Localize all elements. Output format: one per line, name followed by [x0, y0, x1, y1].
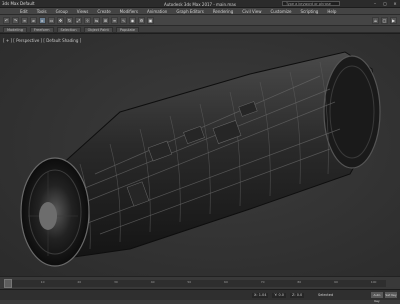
key-buttons: Auto Key Set Key [371, 292, 397, 303]
timeline[interactable]: 0102030405060708090100 [0, 276, 400, 289]
rotate-icon[interactable]: ↻ [66, 17, 73, 24]
menu-item-animation[interactable]: Animation [147, 9, 167, 14]
teapot-render-icon[interactable]: ☕ [372, 17, 379, 24]
select-icon[interactable]: ▸ [39, 17, 46, 24]
menu-items: Edit Tools Group Views Create Modifiers Animat… [20, 9, 336, 14]
layer-icon[interactable]: ≡ [111, 17, 118, 24]
align-icon[interactable]: ⊞ [102, 17, 109, 24]
unlink-icon[interactable]: ⌀ [30, 17, 37, 24]
title-bar: 3ds Max Default Autodesk 3ds Max 2017 - … [0, 0, 400, 8]
menu-item-civil-view[interactable]: Civil View [242, 9, 261, 14]
timeline-tick: 40 [150, 280, 155, 284]
menu-item-scripting[interactable]: Scripting [301, 9, 319, 14]
move-icon[interactable]: ✥ [57, 17, 64, 24]
coord-z[interactable]: Z: 0.0 [290, 293, 305, 298]
set-key-button[interactable]: Set Key [385, 292, 397, 298]
menu-item-tools[interactable]: Tools [37, 9, 47, 14]
menu-item-rendering[interactable]: Rendering [213, 9, 233, 14]
snap-icon[interactable]: ⊹ [84, 17, 91, 24]
search-input[interactable]: Type a keyword or phrase [282, 1, 340, 6]
curve-editor-icon[interactable]: ∿ [120, 17, 127, 24]
status-bar: X: 1.04 Y: 0.0 Z: 0.0 Selected Auto Key … [0, 289, 400, 303]
selected-label: Selected [318, 293, 334, 297]
timeline-tick: 50 [187, 280, 192, 284]
window-title: Autodesk 3ds Max 2017 - main.max [163, 2, 237, 7]
timeline-tick: 100 [370, 280, 377, 284]
render-setup-icon[interactable]: ⚙ [138, 17, 145, 24]
timeline-tick: 60 [224, 280, 228, 284]
search-placeholder: Type a keyword or phrase [286, 2, 331, 6]
menu-item-edit[interactable]: Edit [20, 9, 28, 14]
menu-item-modifiers[interactable]: Modifiers [120, 9, 138, 14]
ribbon: Modeling Freeform Selection Object Paint Pop… [0, 26, 400, 33]
undo-icon[interactable]: ↶ [3, 17, 10, 24]
perspective-viewport[interactable]: [ + ] [ Perspective ] [ Default Shading … [0, 33, 400, 277]
close-icon[interactable]: × [392, 1, 398, 6]
jet-engine-model[interactable] [0, 34, 400, 277]
maximize-icon[interactable]: ▢ [382, 1, 388, 6]
mirror-icon[interactable]: ⇋ [93, 17, 100, 24]
timeline-tick: 80 [297, 280, 302, 284]
material-editor-icon[interactable]: ◉ [129, 17, 136, 24]
coord-y[interactable]: Y: 0.0 [272, 293, 287, 298]
timeline-tick: 30 [114, 280, 118, 284]
auto-key-button[interactable]: Auto Key [371, 292, 383, 303]
menu-item-customize[interactable]: Customize [271, 9, 292, 14]
redo-icon[interactable]: ↷ [12, 17, 19, 24]
main-toolbar: ↶ ↷ ∞ ⌀ ▸ ▭ ✥ ↻ ⤢ ⊹ ⇋ ⊞ ≡ ∿ ◉ ⚙ ▣ ☕ ▢ ▶ [0, 15, 400, 26]
frame-window-icon[interactable]: ▢ [381, 17, 388, 24]
timeline-tick: 90 [334, 280, 338, 284]
timeline-track[interactable]: 0102030405060708090100 [4, 280, 386, 287]
scale-icon[interactable]: ⤢ [75, 17, 82, 24]
select-region-icon[interactable]: ▭ [48, 17, 55, 24]
render-icon[interactable]: ▣ [147, 17, 154, 24]
link-icon[interactable]: ∞ [21, 17, 28, 24]
menu-item-group[interactable]: Group [56, 9, 68, 14]
toolbar-tools: ↶ ↷ ∞ ⌀ ▸ ▭ ✥ ↻ ⤢ ⊹ ⇋ ⊞ ≡ ∿ ◉ ⚙ ▣ [3, 17, 154, 24]
coordinate-readout: X: 1.04 Y: 0.0 Z: 0.0 [252, 293, 305, 298]
timeline-tick: 70 [260, 280, 265, 284]
timeline-tick: 10 [40, 280, 45, 284]
coord-x[interactable]: X: 1.04 [252, 293, 269, 298]
toolbar-render-tools: ☕ ▢ ▶ [372, 17, 397, 24]
menu-bar: Edit Tools Group Views Create Modifiers Animat… [0, 8, 400, 15]
menu-item-create[interactable]: Create [97, 9, 110, 14]
window-controls: – ▢ × [372, 1, 398, 6]
menu-item-graph-editors[interactable]: Graph Editors [176, 9, 203, 14]
menu-item-help[interactable]: Help [327, 9, 336, 14]
quick-render-icon[interactable]: ▶ [390, 17, 397, 24]
menu-item-views[interactable]: Views [77, 9, 89, 14]
timeline-tick: 20 [77, 280, 82, 284]
time-slider[interactable] [4, 279, 12, 288]
minimize-icon[interactable]: – [372, 1, 378, 6]
